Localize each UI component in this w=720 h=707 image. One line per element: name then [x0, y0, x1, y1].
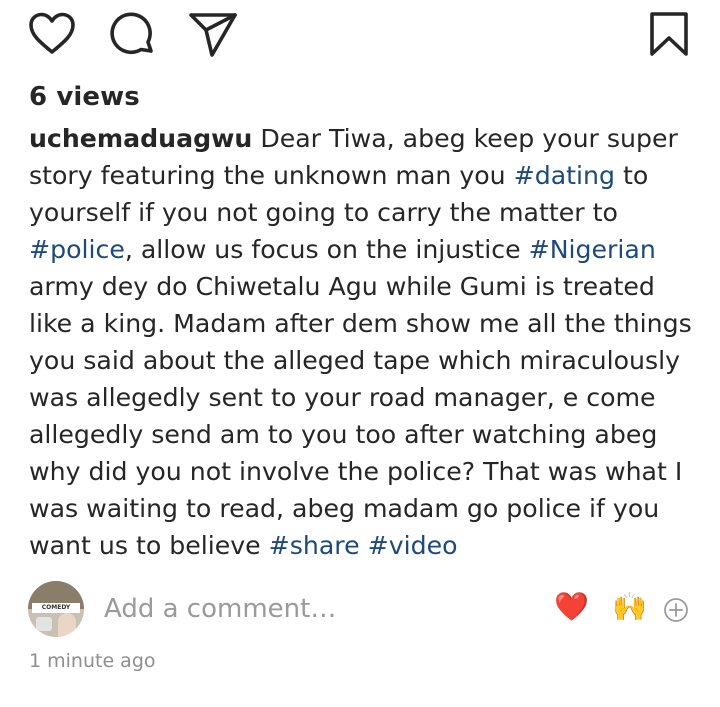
caption-text — [360, 531, 368, 560]
heart-icon[interactable] — [28, 12, 76, 56]
caption-text: army dey do Chiwetalu Agu while Gumi is … — [29, 272, 692, 560]
hashtag-link[interactable]: #Nigerian — [529, 235, 656, 264]
hashtag-link[interactable]: #share — [269, 531, 360, 560]
comment-bubble-icon[interactable] — [109, 11, 157, 59]
paper-plane-icon[interactable] — [188, 12, 238, 58]
caption-username[interactable]: uchemaduagwu — [29, 124, 252, 153]
hashtag-link[interactable]: #dating — [514, 161, 615, 190]
caption-text: , allow us focus on the injustice — [124, 235, 529, 264]
comment-input[interactable]: Add a comment… — [104, 594, 336, 624]
post-timestamp: 1 minute ago — [29, 650, 156, 672]
bookmark-icon[interactable] — [648, 11, 690, 57]
post-action-bar — [0, 10, 720, 60]
avatar[interactable]: COMEDY — [28, 581, 84, 637]
hashtag-link[interactable]: #video — [368, 531, 458, 560]
add-circle-icon[interactable] — [663, 597, 689, 627]
hashtag-link[interactable]: #police — [29, 235, 125, 264]
quick-reaction-raised-hands[interactable]: 🙌 — [612, 593, 647, 621]
views-count[interactable]: 6 views — [29, 82, 140, 112]
add-comment-row: COMEDY Add a comment… ❤️ 🙌 — [0, 576, 720, 646]
avatar-caption: COMEDY — [32, 603, 80, 613]
post-caption: uchemaduagwu Dear Tiwa, abeg keep your s… — [29, 120, 697, 564]
quick-reaction-heart[interactable]: ❤️ — [554, 593, 589, 621]
